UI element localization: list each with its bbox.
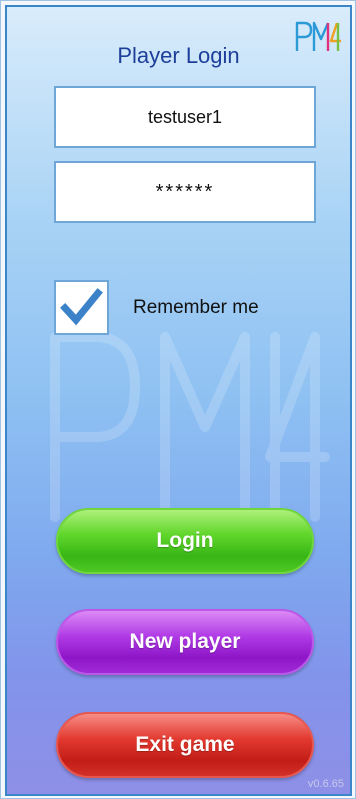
page-title: Player Login	[117, 43, 240, 68]
username-value: testuser1	[147, 106, 223, 127]
username-field[interactable]: testuser1	[54, 86, 316, 148]
remember-me-checkbox[interactable]	[54, 280, 109, 335]
login-panel: Player Login testuser1 ****** Remember m…	[5, 5, 352, 796]
exit-game-button-label: Exit game	[135, 733, 235, 756]
login-button[interactable]: Login	[56, 508, 314, 574]
pm4i-watermark-icon	[50, 332, 330, 522]
remember-me-label[interactable]: Remember me	[133, 297, 259, 319]
exit-game-button[interactable]: Exit game	[56, 712, 314, 778]
window-frame: Player Login testuser1 ****** Remember m…	[0, 0, 356, 799]
new-player-button[interactable]: New player	[56, 609, 314, 675]
login-button-label: Login	[156, 529, 214, 552]
password-field[interactable]: ******	[54, 161, 316, 223]
new-player-button-label: New player	[129, 630, 241, 653]
version-label: v0.6.65	[307, 778, 344, 790]
check-icon	[60, 288, 103, 326]
password-value: ******	[155, 180, 215, 203]
